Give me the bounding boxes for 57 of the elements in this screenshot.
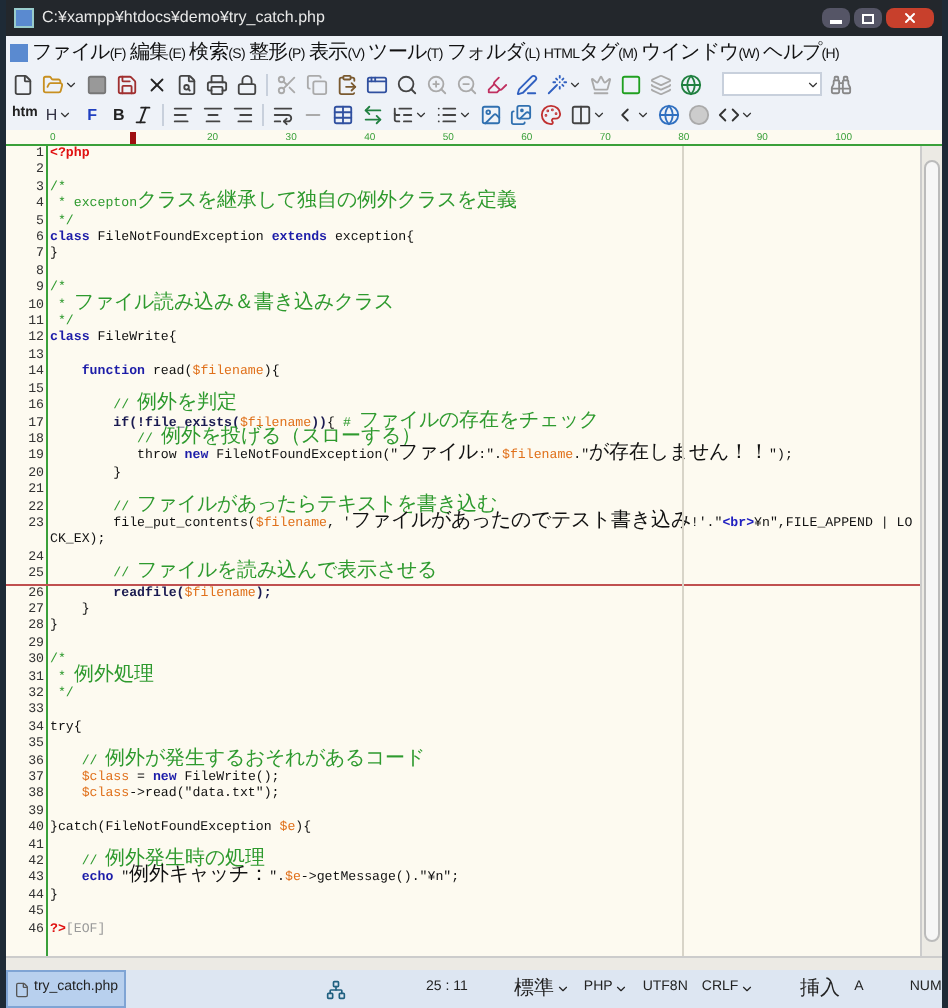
printer-icon[interactable] — [206, 73, 228, 95]
window-icon[interactable] — [366, 73, 388, 95]
caret-icon[interactable] — [458, 108, 473, 122]
pen-icon[interactable] — [516, 73, 538, 95]
search-icon[interactable] — [396, 73, 418, 95]
globe-icon[interactable] — [680, 73, 702, 95]
bold-button[interactable]: B — [113, 103, 125, 127]
clipboard-icon[interactable] — [336, 73, 358, 95]
caret-icon[interactable] — [636, 108, 651, 122]
binoculars-icon[interactable] — [830, 73, 852, 95]
square-icon[interactable] — [86, 73, 108, 95]
ruler-cursor-marker — [130, 132, 136, 144]
caret-icon[interactable] — [568, 77, 582, 91]
caret-icon[interactable] — [57, 108, 72, 122]
align-center-icon[interactable] — [202, 104, 225, 126]
globe-icon[interactable] — [658, 104, 681, 126]
italic-icon[interactable] — [132, 104, 155, 126]
highlighter-icon[interactable] — [486, 73, 508, 95]
columns-icon[interactable] — [570, 104, 593, 126]
palette-icon[interactable] — [540, 104, 563, 126]
caret-icon[interactable] — [806, 77, 820, 91]
file-search-icon[interactable] — [176, 73, 198, 95]
align-right-icon[interactable] — [232, 104, 255, 126]
caret-icon[interactable] — [414, 108, 429, 122]
caret-icon[interactable] — [555, 982, 570, 996]
code-icon[interactable] — [718, 104, 741, 126]
font-button[interactable]: F — [87, 103, 98, 127]
align-left-icon[interactable] — [172, 104, 195, 126]
square-icon[interactable] — [620, 73, 642, 95]
horizontal-scrollbar[interactable] — [6, 956, 942, 970]
close-button[interactable] — [886, 8, 934, 28]
new-file-icon[interactable] — [12, 73, 34, 95]
close-icon[interactable] — [146, 73, 168, 95]
image-icon[interactable] — [480, 104, 503, 126]
caret-icon[interactable] — [740, 108, 755, 122]
status-item: 挿入 — [800, 975, 841, 1004]
status-item[interactable]: 標準 — [513, 974, 554, 1004]
caret-icon[interactable] — [740, 982, 755, 996]
window-title: C:¥xampp¥htdocs¥demo¥try_catch.php — [42, 6, 325, 30]
network-icon — [326, 979, 347, 999]
table-icon[interactable] — [332, 104, 355, 126]
lock-icon[interactable] — [236, 73, 258, 95]
file-icon — [14, 981, 30, 997]
wand-icon[interactable] — [546, 73, 568, 95]
wrap-icon[interactable] — [272, 104, 295, 126]
heading-button[interactable]: H — [45, 103, 58, 127]
vertical-scrollbar[interactable] — [920, 146, 942, 956]
minimize-button[interactable] — [822, 8, 850, 28]
list-icon[interactable] — [436, 104, 459, 126]
arrows-icon[interactable] — [362, 104, 385, 126]
caret-icon[interactable] — [592, 108, 607, 122]
caret-icon[interactable] — [64, 77, 78, 91]
save-icon[interactable] — [116, 73, 138, 95]
images-icon[interactable] — [510, 104, 533, 126]
caret-icon[interactable] — [614, 982, 629, 996]
maximize-button[interactable] — [854, 8, 882, 28]
list-tree-icon[interactable] — [392, 104, 415, 126]
